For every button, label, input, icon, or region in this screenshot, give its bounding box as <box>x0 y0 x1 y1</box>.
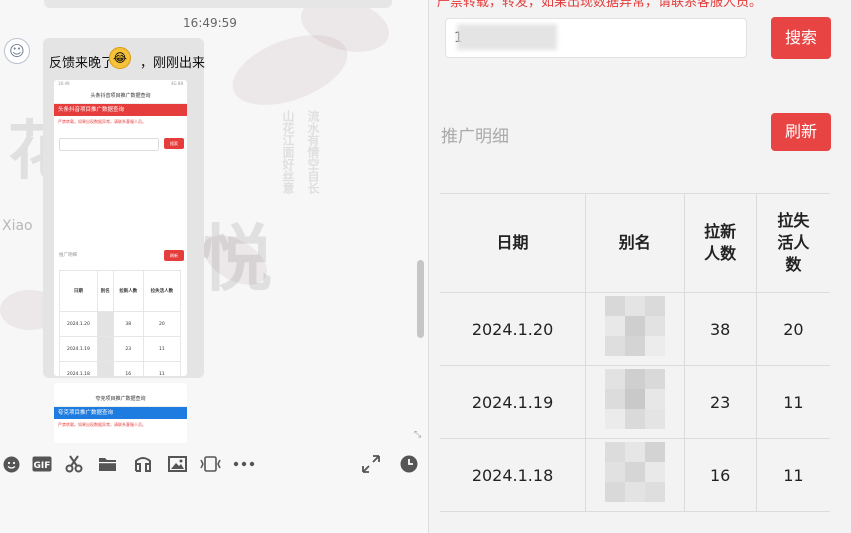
cell-date: 2024.1.19 <box>440 365 587 439</box>
query-page: 严禁转载，转发，如果出现数据异常，请联系客服人员。 1 搜索 推广明细 刷新 日… <box>428 0 851 533</box>
phone-cell-date: 2024.1.18 <box>59 361 98 376</box>
cell-alias-blurred <box>585 292 685 366</box>
phone-status-signal: 4G 88 <box>170 81 183 86</box>
phone-status-time: 16:49 <box>58 81 70 86</box>
header-new-users: 拉新 人数 <box>683 193 757 293</box>
header-reactivated-users: 拉失 活人 数 <box>755 193 830 293</box>
more-icon[interactable] <box>232 455 256 473</box>
phone-cell-new: 16 <box>112 361 144 376</box>
phone-cell-alias-blurred <box>96 336 114 362</box>
promotion-table: 日期 别名 拉新 人数 拉失 活人 数 2024.1.20 38 20 2024… <box>440 193 830 512</box>
resize-grip-icon[interactable]: ⤡ <box>414 430 421 440</box>
table-header-row: 日期 别名 拉新 人数 拉失 活人 数 <box>440 193 830 293</box>
phone-cell-date: 2024.1.20 <box>59 311 98 337</box>
refresh-button[interactable]: 刷新 <box>771 113 831 151</box>
search-input-blur <box>457 24 557 50</box>
phone-refresh-button: 刷新 <box>164 250 184 261</box>
message-text-after: ，刚刚出来 <box>140 56 206 71</box>
cell-alias-blurred <box>585 438 685 512</box>
phone-cell-date: 2024.1.19 <box>59 336 98 362</box>
screenshot-icon[interactable] <box>199 455 221 473</box>
history-icon[interactable] <box>399 455 419 473</box>
phone-header-lost: 拉失活人数 <box>142 270 182 312</box>
gif-icon[interactable]: GIF <box>31 455 53 473</box>
phone-status-bar: 16:49 4G 88 <box>54 80 187 90</box>
phone-nav-title: 头条抖音项目推广数据查询 <box>54 90 187 104</box>
expand-icon[interactable] <box>361 455 381 473</box>
phone-header-date: 日期 <box>59 270 98 312</box>
message-text-before: 反馈来晚了 <box>49 56 115 71</box>
folder-icon[interactable] <box>97 455 117 473</box>
avatar[interactable]: ☺ <box>4 38 30 64</box>
cell-new-users: 38 <box>683 292 757 366</box>
cell-reactivated-users: 11 <box>755 365 830 439</box>
phone-section-label: 推广明细 <box>59 253 77 258</box>
phone-note: 严禁转载。如果出现数据异常，请联系客服人员。 <box>58 119 146 124</box>
cell-reactivated-users: 11 <box>755 438 830 512</box>
phone-banner: 夸克项目推广数据查询 <box>54 407 187 419</box>
phone-table-row: 2024.1.18 16 11 <box>59 361 182 376</box>
svg-text:GIF: GIF <box>34 461 51 471</box>
cell-new-users: 16 <box>683 438 757 512</box>
chat-toolbar: GIF <box>0 446 428 480</box>
laughing-emoji-icon: 😂 <box>109 47 131 69</box>
cell-new-users: 23 <box>683 365 757 439</box>
message-input-area[interactable] <box>0 480 428 533</box>
phone-header-alias: 别名 <box>96 270 114 312</box>
header-date: 日期 <box>440 193 587 293</box>
music-icon[interactable] <box>133 455 153 473</box>
message-image-screenshot[interactable]: 16:49 4G 88 头条抖音项目推广数据查询 头条抖音项目推广数据查询 严禁… <box>54 80 187 376</box>
table-row: 2024.1.18 16 11 <box>440 438 830 512</box>
phone-cell-lost: 20 <box>142 311 182 337</box>
cell-reactivated-users: 20 <box>755 292 830 366</box>
phone-table-row: 2024.1.20 38 20 <box>59 311 182 337</box>
image-icon[interactable] <box>167 455 187 473</box>
phone-cell-new: 23 <box>112 336 144 362</box>
search-button[interactable]: 搜索 <box>771 17 831 59</box>
phone-note: 严禁转载。如果出现数据异常，请联系客服人员。 <box>58 422 146 427</box>
phone-banner: 头条抖音项目推广数据查询 <box>54 104 187 116</box>
phone-cell-lost: 11 <box>142 336 182 362</box>
header-alias: 别名 <box>585 193 685 293</box>
phone-nav-title: 夸克项目推广数据查询 <box>54 393 187 407</box>
phone-cell-alias-blurred <box>96 311 114 337</box>
phone-table-row: 2024.1.19 23 11 <box>59 336 182 362</box>
table-row: 2024.1.19 23 11 <box>440 365 830 439</box>
cell-alias-blurred <box>585 365 685 439</box>
phone-cell-new: 38 <box>112 311 144 337</box>
table-row: 2024.1.20 38 20 <box>440 292 830 366</box>
section-title: 推广明细 <box>441 127 509 147</box>
phone-status-bar <box>54 383 187 393</box>
phone-search-button: 搜索 <box>164 138 184 149</box>
phone-header-new: 拉新人数 <box>112 270 144 312</box>
previous-message-bubble <box>44 0 392 8</box>
chat-pane: 花 悦 山花江面好丝意 流水有情空自长 Xiao 16:49:59 ☺ 反馈来晚… <box>0 0 428 533</box>
phone-data-table: 日期 别名 拉新人数 拉失活人数 2024.1.20 38 20 2024.1.… <box>59 270 182 376</box>
phone-search-input <box>59 138 159 151</box>
watermark-text: Xiao <box>2 218 33 234</box>
emoji-icon[interactable] <box>2 455 20 473</box>
message-image-screenshot-2[interactable]: 夸克项目推广数据查询 夸克项目推广数据查询 严禁转载。如果出现数据异常，请联系客… <box>54 383 187 443</box>
phone-cell-alias-blurred <box>96 361 114 376</box>
cell-date: 2024.1.20 <box>440 292 587 366</box>
chat-scrollbar[interactable] <box>417 260 424 338</box>
top-notice: 严禁转载，转发，如果出现数据异常，请联系客服人员。 <box>437 0 763 10</box>
phone-cell-lost: 11 <box>142 361 182 376</box>
message-timestamp: 16:49:59 <box>183 16 237 30</box>
scissors-icon[interactable] <box>64 455 84 473</box>
cell-date: 2024.1.18 <box>440 438 587 512</box>
